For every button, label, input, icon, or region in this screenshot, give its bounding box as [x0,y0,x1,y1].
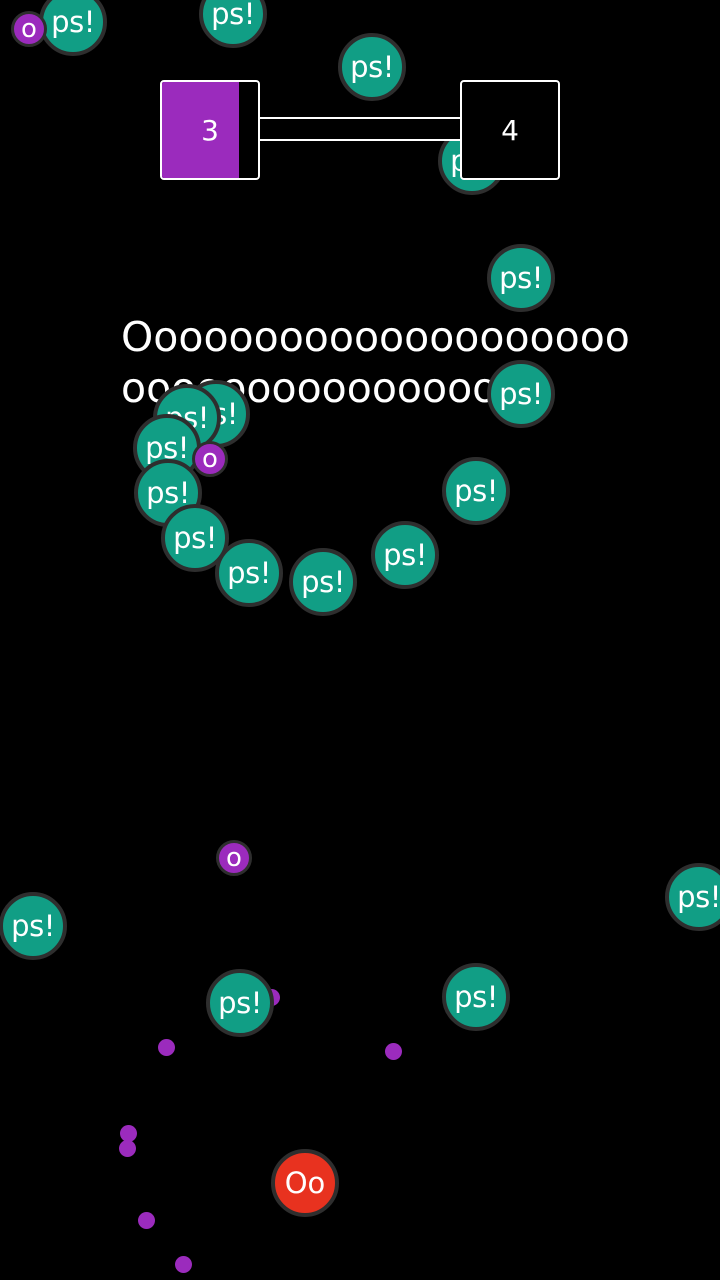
collectible-dot [385,1043,402,1060]
collectible-o-orb: o [192,441,228,477]
enemy-ps-bubble: ps! [487,244,555,312]
enemy-ps-bubble: ps! [442,457,510,525]
enemy-ps-bubble: ps! [442,963,510,1031]
collectible-dot [138,1212,155,1229]
enemy-ps-bubble: ps! [0,892,67,960]
enemy-ps-bubble: ps! [338,33,406,101]
current-level-box: 3 [160,80,260,180]
next-level-box: 4 [460,80,560,180]
enemy-ps-bubble: ps! [206,969,274,1037]
enemy-ps-bubble: ps! [665,863,720,931]
collectible-dot [158,1039,175,1056]
enemy-ps-bubble: ps! [39,0,107,56]
enemy-ps-bubble: ps! [371,521,439,589]
enemy-ps-bubble: ps! [199,0,267,48]
collectible-o-orb: o [11,11,47,47]
current-level-number: 3 [201,113,219,147]
collectible-dot [175,1256,192,1273]
enemy-ps-bubble: ps! [487,360,555,428]
level-progress-bar [258,117,462,141]
collectible-o-orb: o [216,840,252,876]
game-stage[interactable]: ps! 3 4 ps! ps! ps! ps! Oooooooooooooooo… [0,0,720,1280]
collectible-dot [119,1140,136,1157]
enemy-ps-bubble: ps! [289,548,357,616]
next-level-number: 4 [501,113,519,147]
enemy-ps-bubble: ps! [215,539,283,607]
player-oo-ball[interactable]: Oo [271,1149,339,1217]
